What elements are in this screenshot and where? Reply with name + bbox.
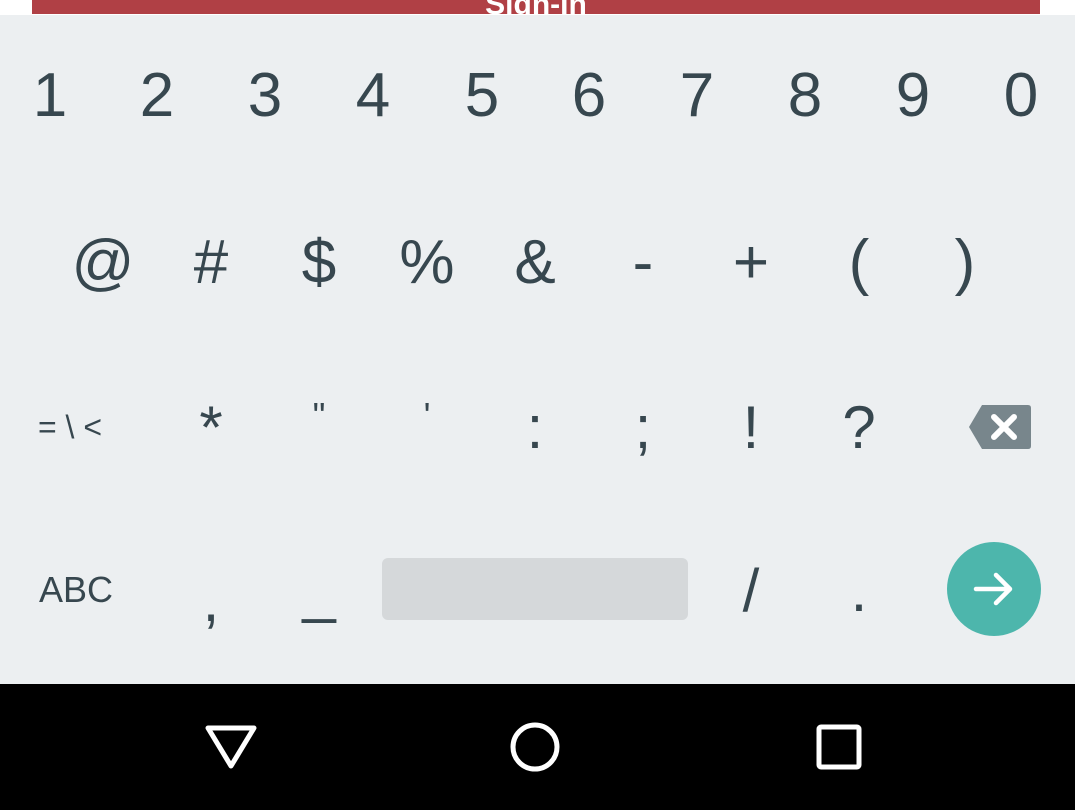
key-slash[interactable]: / [701, 550, 801, 630]
circle-home-icon [510, 722, 560, 772]
key-minus[interactable]: - [593, 222, 693, 302]
backspace-icon [969, 405, 1031, 449]
key-single-quote[interactable]: ' [377, 387, 477, 467]
square-recents-icon [816, 724, 862, 770]
signin-button[interactable]: Sign-In [32, 0, 1040, 15]
key-percent[interactable]: % [377, 222, 477, 302]
triangle-back-icon [205, 725, 257, 769]
key-comma[interactable]: , [161, 550, 261, 640]
key-double-quote[interactable]: " [269, 387, 369, 467]
key-plus[interactable]: + [701, 222, 801, 302]
key-ampersand[interactable]: & [485, 222, 585, 302]
screen: Sign-In 1 2 3 4 5 6 7 8 9 0 @ # $ % & - … [0, 0, 1075, 810]
key-hash[interactable]: # [161, 222, 261, 302]
key-asterisk[interactable]: * [161, 387, 261, 467]
recents-button[interactable] [804, 714, 874, 780]
enter-key[interactable] [947, 542, 1041, 636]
signin-bar: Sign-In [0, 0, 1075, 15]
key-period[interactable]: . [809, 550, 909, 630]
key-close-paren[interactable]: ) [915, 222, 1015, 302]
key-7[interactable]: 7 [647, 55, 747, 135]
abc-key[interactable]: ABC [26, 550, 126, 630]
symbol-keyboard: 1 2 3 4 5 6 7 8 9 0 @ # $ % & - + ( ) = … [0, 15, 1075, 684]
key-3[interactable]: 3 [215, 55, 315, 135]
backspace-key[interactable] [960, 387, 1040, 467]
key-9[interactable]: 9 [863, 55, 963, 135]
key-8[interactable]: 8 [755, 55, 855, 135]
key-0[interactable]: 0 [971, 55, 1071, 135]
key-question[interactable]: ? [809, 387, 909, 467]
space-key[interactable] [382, 558, 688, 620]
key-5[interactable]: 5 [432, 55, 532, 135]
key-exclamation[interactable]: ! [701, 387, 801, 467]
key-2[interactable]: 2 [107, 55, 207, 135]
key-underscore[interactable]: _ [269, 550, 369, 630]
arrow-right-icon [973, 572, 1013, 606]
system-nav-bar [0, 684, 1075, 810]
key-4[interactable]: 4 [323, 55, 423, 135]
key-at[interactable]: @ [53, 222, 153, 302]
key-open-paren[interactable]: ( [809, 222, 909, 302]
key-colon[interactable]: : [485, 387, 585, 467]
key-6[interactable]: 6 [539, 55, 639, 135]
back-button[interactable] [196, 714, 266, 780]
home-button[interactable] [500, 714, 570, 780]
more-symbols-key[interactable]: = \ < [20, 387, 120, 467]
key-semicolon[interactable]: ; [593, 387, 693, 467]
key-dollar[interactable]: $ [269, 222, 369, 302]
key-1[interactable]: 1 [0, 55, 100, 135]
